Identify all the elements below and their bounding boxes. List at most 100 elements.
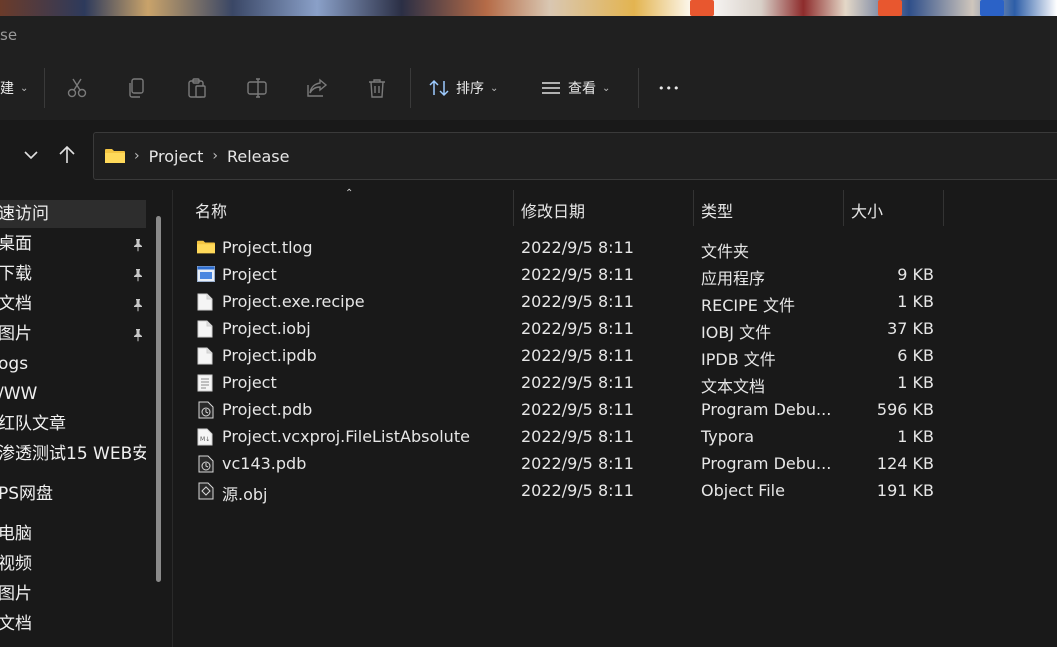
file-modified: 2022/9/5 8:11	[521, 427, 634, 446]
column-header-type[interactable]: 类型	[701, 198, 733, 226]
file-size: 124 KB	[876, 454, 934, 473]
address-bar[interactable]: › Project › Release	[93, 132, 1057, 180]
file-name: Project	[222, 373, 277, 392]
app-icon	[690, 0, 714, 16]
sidebar-item-label: 红队文章	[0, 414, 66, 434]
breadcrumb-separator: ›	[134, 148, 140, 164]
breadcrumb-release[interactable]: Release	[227, 147, 290, 166]
sidebar-scrollbar[interactable]	[156, 216, 161, 582]
sidebar-item-label: 图片	[0, 324, 32, 344]
file-name: Project.pdb	[222, 400, 313, 419]
view-label: 查看	[568, 81, 596, 97]
file-size: 596 KB	[876, 400, 934, 419]
copy-button[interactable]	[126, 74, 148, 102]
desktop-wallpaper-strip	[0, 0, 1057, 16]
column-header-name[interactable]: 名称	[195, 198, 227, 226]
view-list-icon	[542, 82, 560, 94]
navigation-bar: › Project › Release	[0, 120, 1057, 190]
recent-locations-button[interactable]	[20, 144, 42, 166]
folder-icon	[105, 149, 125, 163]
delete-button[interactable]	[366, 74, 388, 102]
arrow-up-icon	[59, 145, 75, 163]
sidebar-item[interactable]: 桌面	[0, 230, 146, 258]
file-row[interactable]: vc143.pdb 2022/9/5 8:11 Program Debu... 124…	[173, 451, 1057, 478]
sidebar-item[interactable]: PS网盘	[0, 480, 146, 508]
file-name: 源.obj	[222, 485, 268, 504]
sidebar-item[interactable]: /WW	[0, 380, 146, 408]
sort-button[interactable]: 排序 ⌄	[428, 74, 498, 102]
new-label: 建	[0, 81, 14, 97]
sidebar-item[interactable]: 文档	[0, 290, 146, 318]
chevron-down-icon: ⌄	[490, 82, 499, 94]
toolbar-divider	[410, 68, 411, 108]
file-size: 9 KB	[897, 265, 934, 284]
pin-icon	[131, 267, 145, 282]
word-icon	[980, 0, 1004, 16]
file-modified: 2022/9/5 8:11	[521, 400, 634, 419]
toolbar-divider	[44, 68, 45, 108]
column-divider[interactable]	[843, 190, 844, 226]
file-icon	[197, 320, 215, 338]
file-type: 文件夹	[701, 242, 750, 261]
column-divider[interactable]	[513, 190, 514, 226]
share-icon	[307, 78, 328, 97]
file-row[interactable]: Project.iobj 2022/9/5 8:11 IOBJ 文件 37 KB	[173, 316, 1057, 343]
file-row[interactable]: M↓ Project.vcxproj.FileListAbsolute 2022/9…	[173, 424, 1057, 451]
rename-icon	[247, 78, 267, 98]
file-row[interactable]: Project.pdb 2022/9/5 8:11 Program Debu... 5…	[173, 397, 1057, 424]
sidebar-item-label: 文档	[0, 294, 32, 314]
app-icon	[878, 0, 902, 16]
file-icon	[197, 347, 215, 365]
column-header-size[interactable]: 大小	[851, 198, 883, 226]
sidebar-item[interactable]: 渗透测试15 WEB安全	[0, 440, 146, 468]
file-size: 191 KB	[876, 481, 934, 500]
window-title: se	[0, 26, 18, 44]
file-modified: 2022/9/5 8:11	[521, 319, 634, 338]
sidebar-item[interactable]: 电脑	[0, 520, 146, 548]
more-options-button[interactable]: •••	[658, 74, 680, 102]
file-type: IPDB 文件	[701, 350, 776, 369]
file-row[interactable]: Project.ipdb 2022/9/5 8:11 IPDB 文件 6 KB	[173, 343, 1057, 370]
up-button[interactable]	[56, 144, 78, 166]
view-button[interactable]: 查看 ⌄	[540, 74, 610, 102]
column-header-modified[interactable]: 修改日期	[521, 198, 585, 226]
column-divider[interactable]	[693, 190, 694, 226]
file-row[interactable]: Project 2022/9/5 8:11 文本文档 1 KB	[173, 370, 1057, 397]
sidebar-item[interactable]: ogs	[0, 350, 146, 378]
chevron-down-icon: ⌄	[20, 82, 29, 94]
file-row[interactable]: Project.exe.recipe 2022/9/5 8:11 RECIPE 文件…	[173, 289, 1057, 316]
sidebar-item-label: 速访问	[0, 204, 49, 224]
file-type: Program Debu...	[701, 454, 832, 473]
file-size: 37 KB	[887, 319, 934, 338]
sidebar-item[interactable]: 视频	[0, 550, 146, 578]
file-row[interactable]: Project 2022/9/5 8:11 应用程序 9 KB	[173, 262, 1057, 289]
sidebar-item[interactable]: 红队文章	[0, 410, 146, 438]
new-button[interactable]: 建 ⌄	[0, 74, 28, 102]
svg-text:M↓: M↓	[200, 436, 210, 443]
file-name: Project.vcxproj.FileListAbsolute	[222, 427, 470, 446]
sidebar-item[interactable]: 速访问	[0, 200, 146, 228]
paste-button[interactable]	[186, 74, 208, 102]
pdb-icon	[197, 455, 215, 473]
file-type: Typora	[701, 427, 755, 446]
sort-icon	[429, 79, 449, 97]
file-type: 应用程序	[701, 269, 766, 288]
sidebar-item[interactable]: 文档	[0, 610, 146, 638]
file-row[interactable]: 源.obj 2022/9/5 8:11 Object File 191 KB	[173, 478, 1057, 505]
sidebar-item[interactable]: 图片	[0, 320, 146, 348]
sidebar-item-label: 视频	[0, 554, 32, 574]
file-row[interactable]: Project.tlog 2022/9/5 8:11 文件夹	[173, 235, 1057, 262]
sidebar-item[interactable]: 图片	[0, 580, 146, 608]
file-type: 文本文档	[701, 377, 766, 396]
file-size: 6 KB	[897, 346, 934, 365]
breadcrumb-project[interactable]: Project	[149, 147, 204, 166]
column-divider[interactable]	[943, 190, 944, 226]
file-modified: 2022/9/5 8:11	[521, 292, 634, 311]
chevron-down-icon	[24, 151, 38, 160]
sidebar-item-label: 桌面	[0, 234, 32, 254]
file-name: Project.tlog	[222, 238, 313, 257]
rename-button[interactable]	[246, 74, 268, 102]
share-button[interactable]	[306, 74, 328, 102]
sidebar-item[interactable]: 下载	[0, 260, 146, 288]
cut-button[interactable]	[66, 74, 88, 102]
